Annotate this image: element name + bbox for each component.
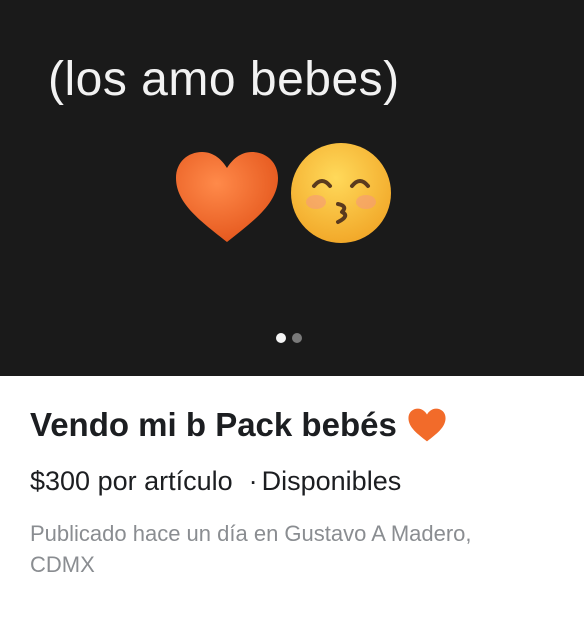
price-row: $300 por artículo · Disponibles: [30, 466, 401, 497]
photo-caption: (los amo bebes): [48, 53, 400, 106]
separator: ·: [248, 466, 258, 496]
listing-title: Vendo mi b Pack bebés: [30, 406, 397, 443]
marketplace-listing: (los amo bebes) Vendo mi b Pack bebés $3…: [0, 0, 584, 620]
listing-meta: Publicado hace un día en Gustavo A Mader…: [30, 521, 472, 577]
availability-status: Disponibles: [261, 466, 402, 496]
carousel-dot[interactable]: [292, 333, 302, 343]
title-row: Vendo mi b Pack bebés: [30, 406, 447, 444]
listing-price: $300 por artículo: [30, 466, 233, 496]
orange-heart-icon: [176, 152, 278, 242]
carousel-dot-active[interactable]: [276, 333, 286, 343]
carousel-indicator[interactable]: [276, 333, 302, 343]
orange-heart-icon: [408, 408, 446, 442]
listing-photo[interactable]: (los amo bebes): [0, 0, 584, 376]
kissing-face-smiling-eyes-icon: [291, 143, 391, 243]
